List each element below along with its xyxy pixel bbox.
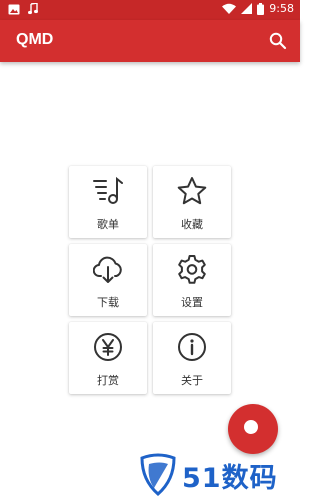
menu-tile-download[interactable]: 下载	[69, 244, 147, 316]
music-icon	[28, 3, 38, 15]
fab-icon	[244, 420, 258, 434]
search-icon	[269, 32, 287, 50]
app-bar: QMD	[0, 20, 300, 62]
watermark-logo: 51数码	[138, 452, 298, 498]
cloud-download-icon	[93, 256, 122, 283]
system-icons: 9:58	[222, 2, 294, 15]
menu-label-about: 关于	[181, 374, 203, 387]
menu-label-favorites: 收藏	[181, 218, 203, 231]
yen-icon	[94, 333, 122, 361]
menu-tile-favorites[interactable]: 收藏	[153, 166, 231, 238]
gear-icon	[178, 255, 206, 284]
menu-label-settings: 设置	[181, 296, 203, 309]
status-bar: 9:58	[0, 0, 300, 20]
menu-label-download: 下载	[97, 296, 119, 309]
menu-grid: 歌单 收藏 下载 设置 打赏 关于	[69, 166, 231, 394]
notification-icons	[8, 3, 38, 15]
battery-icon	[257, 2, 265, 15]
floating-action-button[interactable]	[228, 404, 278, 454]
menu-label-donate: 打赏	[97, 374, 119, 387]
info-icon	[178, 333, 206, 361]
shield-logo-icon	[140, 453, 176, 496]
image-icon	[8, 4, 20, 14]
app-title: QMD	[16, 31, 54, 48]
watermark-text: 51数码	[182, 463, 278, 494]
menu-tile-donate[interactable]: 打赏	[69, 322, 147, 394]
star-icon	[177, 177, 207, 205]
menu-tile-settings[interactable]: 设置	[153, 244, 231, 316]
menu-tile-playlist[interactable]: 歌单	[69, 166, 147, 238]
wifi-icon	[222, 3, 237, 14]
menu-label-playlist: 歌单	[97, 218, 119, 231]
signal-icon	[241, 3, 253, 14]
menu-tile-about[interactable]: 关于	[153, 322, 231, 394]
status-time: 9:58	[269, 2, 294, 15]
playlist-icon	[93, 176, 123, 204]
search-button[interactable]	[268, 31, 288, 51]
